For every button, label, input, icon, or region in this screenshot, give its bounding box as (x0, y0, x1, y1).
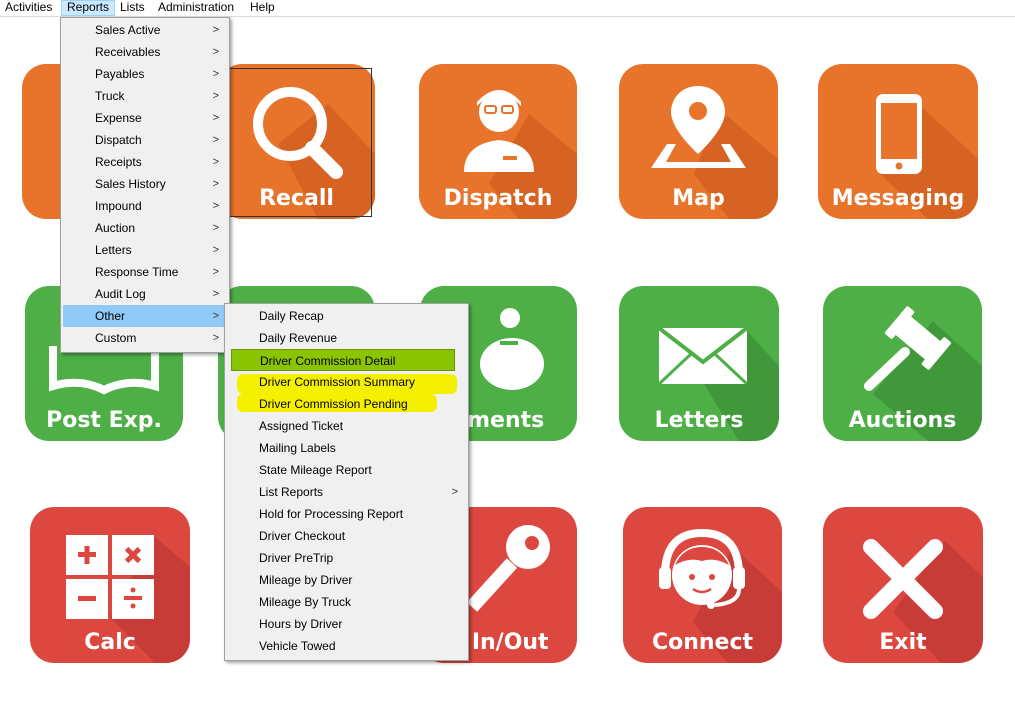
reports-item-sales-history[interactable]: Sales History > (63, 173, 227, 195)
reports-item-audit-log[interactable]: Audit Log > (63, 283, 227, 305)
chevron-right-icon: > (212, 112, 219, 124)
other-item-assigned-ticket[interactable]: Assigned Ticket (227, 415, 466, 437)
chevron-right-icon: > (212, 24, 219, 36)
tile-map[interactable]: Map (619, 64, 778, 219)
tile-label: Letters (654, 408, 744, 433)
other-item-hold-for-processing-report[interactable]: Hold for Processing Report (227, 503, 466, 525)
reports-item-receipts[interactable]: Receipts > (63, 151, 227, 173)
tile-letters[interactable]: Letters (619, 286, 779, 441)
reports-menu: Sales Active > Receivables > Payables > Tru… (60, 17, 230, 353)
reports-item-expense[interactable]: Expense > (63, 107, 227, 129)
other-item-hours-by-driver[interactable]: Hours by Driver (227, 613, 466, 635)
reports-item-letters[interactable]: Letters > (63, 239, 227, 261)
chevron-right-icon: > (212, 68, 219, 80)
other-item-list-reports[interactable]: List Reports > (227, 481, 466, 503)
other-item-daily-revenue[interactable]: Daily Revenue (227, 327, 466, 349)
reports-item-payables[interactable]: Payables > (63, 63, 227, 85)
chevron-right-icon: > (212, 178, 219, 190)
other-item-state-mileage-report[interactable]: State Mileage Report (227, 459, 466, 481)
tile-label: Calc (84, 630, 136, 655)
tile-auctions[interactable]: Auctions (823, 286, 982, 441)
chevron-right-icon: > (212, 310, 219, 322)
tile-label: Connect (651, 630, 754, 655)
tile-label: Auctions (848, 408, 957, 433)
chevron-right-icon: > (212, 266, 219, 278)
tile-connect[interactable]: Connect (623, 507, 782, 663)
other-item-mileage-by-driver[interactable]: Mileage by Driver (227, 569, 466, 591)
tile-label: Dispatch (443, 186, 553, 211)
reports-item-truck[interactable]: Truck > (63, 85, 227, 107)
reports-item-response-time[interactable]: Response Time > (63, 261, 227, 283)
other-item-driver-commission-detail[interactable]: Driver Commission Detail (231, 349, 455, 371)
tile-exit[interactable]: Exit (823, 507, 983, 663)
chevron-right-icon: > (212, 200, 219, 212)
other-submenu: Daily Recap Daily Revenue Driver Commiss… (224, 303, 469, 661)
reports-item-receivables[interactable]: Receivables > (63, 41, 227, 63)
tile-calc[interactable]: Calc (30, 507, 190, 663)
reports-item-sales-active[interactable]: Sales Active > (63, 19, 227, 41)
menu-administration[interactable]: Administration (153, 0, 239, 16)
other-item-daily-recap[interactable]: Daily Recap (227, 305, 466, 327)
reports-item-other[interactable]: Other > (63, 305, 227, 327)
tile-label: Map (672, 186, 725, 211)
reports-item-auction[interactable]: Auction > (63, 217, 227, 239)
chevron-right-icon: > (212, 90, 219, 102)
chevron-right-icon: > (451, 486, 458, 498)
tile-messaging[interactable]: Messaging (818, 64, 978, 219)
chevron-right-icon: > (212, 134, 219, 146)
menu-reports[interactable]: Reports (61, 0, 116, 16)
menu-help[interactable]: Help (245, 0, 280, 16)
chevron-right-icon: > (212, 332, 219, 344)
menu-activities[interactable]: Activities (0, 0, 57, 16)
other-item-driver-commission-pending[interactable]: Driver Commission Pending (227, 393, 466, 415)
other-item-mileage-by-truck[interactable]: Mileage By Truck (227, 591, 466, 613)
tile-label: Exit (879, 630, 927, 655)
menu-bar: Activities Reports Lists Administration … (0, 0, 1015, 17)
other-item-mailing-labels[interactable]: Mailing Labels (227, 437, 466, 459)
other-item-vehicle-towed[interactable]: Vehicle Towed (227, 635, 466, 657)
other-item-driver-commission-summary[interactable]: Driver Commission Summary (227, 371, 466, 393)
chevron-right-icon: > (212, 288, 219, 300)
reports-item-custom[interactable]: Custom > (63, 327, 227, 349)
menu-lists[interactable]: Lists (115, 0, 150, 16)
reports-item-impound[interactable]: Impound > (63, 195, 227, 217)
other-item-driver-checkout[interactable]: Driver Checkout (227, 525, 466, 547)
chevron-right-icon: > (212, 222, 219, 234)
other-item-driver-pretrip[interactable]: Driver PreTrip (227, 547, 466, 569)
chevron-right-icon: > (212, 156, 219, 168)
chevron-right-icon: > (212, 46, 219, 58)
tile-dispatch[interactable]: Dispatch (419, 64, 577, 219)
tile-label: Post Exp. (46, 408, 162, 433)
chevron-right-icon: > (212, 244, 219, 256)
reports-item-dispatch[interactable]: Dispatch > (63, 129, 227, 151)
tile-label: Messaging (831, 186, 965, 211)
tile-focus-outline (229, 68, 372, 217)
